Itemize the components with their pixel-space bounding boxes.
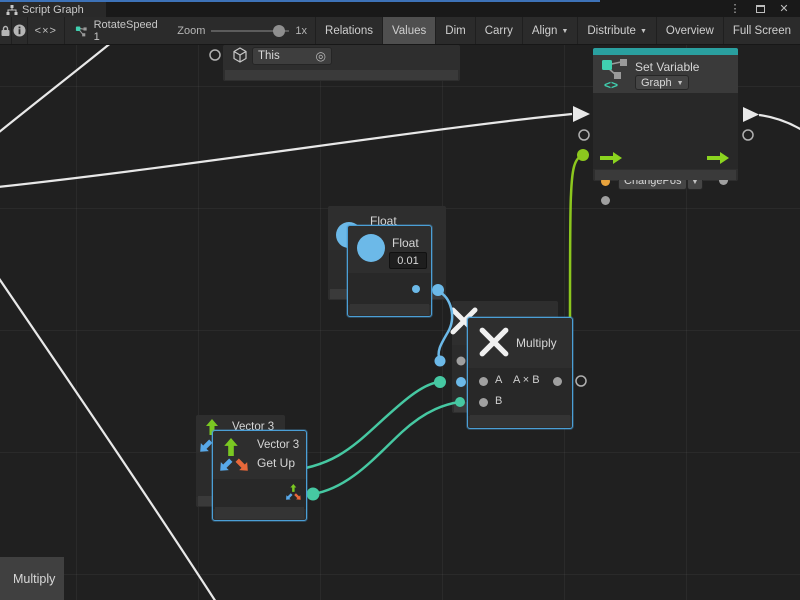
wire-endpoint-blue-end[interactable] <box>435 356 446 367</box>
window-tab-bar: Script Graph ⋮ ✕ <box>0 0 800 17</box>
toolbar-button-dim[interactable]: Dim <box>436 17 475 44</box>
graph-breadcrumb-icon <box>75 24 88 38</box>
zoom-label: Zoom <box>177 25 205 37</box>
multiply-output-port[interactable] <box>553 377 562 386</box>
wire-flow-into-set-variable[interactable] <box>0 114 572 187</box>
script-graph-window: Script Graph ⋮ ✕ <×> <box>0 0 800 600</box>
multiply-node[interactable]: Multiply A A × B B <box>467 317 573 429</box>
wire-flow-topleft[interactable] <box>0 45 112 133</box>
wire-flow-out-of-set-variable[interactable] <box>759 115 800 130</box>
close-button[interactable]: ✕ <box>776 1 792 16</box>
corner-node-label: Multiply <box>0 557 64 600</box>
down-left-arrow-icon <box>198 439 213 454</box>
tab-title: Script Graph <box>22 4 84 16</box>
float-output-port[interactable] <box>412 285 420 293</box>
zoom-slider[interactable] <box>211 25 289 37</box>
lock-icon <box>0 25 11 37</box>
zoom-slider-handle[interactable] <box>273 25 285 37</box>
toolbar-button-carry[interactable]: Carry <box>476 17 523 44</box>
chevron-down-icon: ▼ <box>640 28 647 35</box>
zoom-value: 1x <box>295 25 307 37</box>
close-icon: ✕ <box>779 2 788 15</box>
ghost-port-this[interactable] <box>210 50 220 60</box>
ghost-port-setvar-left[interactable] <box>579 130 589 140</box>
zoom-control: Zoom 1x <box>169 17 316 44</box>
window-menu-button[interactable]: ⋮ <box>728 1 742 16</box>
set-variable-node[interactable]: <> Set Variable Graph ▼ ChangePos <box>593 48 738 181</box>
multiply-icon <box>478 326 510 358</box>
wire-getup-to-multiply[interactable] <box>313 402 459 494</box>
set-variable-icon: <> <box>600 58 630 90</box>
toolbar-button-values[interactable]: Values <box>383 17 436 44</box>
object-picker-icon[interactable]: ◎ <box>316 49 326 63</box>
wire-flow-diagonal[interactable] <box>0 277 216 600</box>
chevron-down-icon: ▼ <box>677 80 684 87</box>
toolbar-button-relations[interactable]: Relations <box>316 17 383 44</box>
svg-text:<>: <> <box>604 78 618 90</box>
cube-icon <box>232 47 248 63</box>
code-preview-button[interactable]: <×> <box>28 17 65 44</box>
toolbar-button-overview[interactable]: Overview <box>657 17 724 44</box>
variable-kind-color-bar <box>593 48 738 55</box>
tab-script-graph[interactable]: Script Graph <box>0 2 106 17</box>
info-icon <box>13 24 26 37</box>
maximize-icon <box>756 5 765 13</box>
maximize-button[interactable] <box>752 1 768 16</box>
wire-endpoint-teal-end[interactable] <box>434 376 446 388</box>
graph-tab-icon <box>6 4 18 16</box>
lock-button[interactable] <box>0 17 12 44</box>
wire-getup-back-to-multiply[interactable] <box>284 382 439 471</box>
flow-arrowhead-in <box>573 106 590 122</box>
flow-arrowhead-out <box>743 107 759 122</box>
wire-endpoint-teal-start[interactable] <box>307 488 320 501</box>
multiply-input-b-port[interactable] <box>479 398 488 407</box>
ghost-port-setvar-right[interactable] <box>743 130 753 140</box>
new-value-port[interactable] <box>601 196 610 205</box>
graph-toolbar: <×> RotateSpeed 1 Zoom 1x Relations Valu… <box>0 17 800 45</box>
wire-endpoint-lime-end[interactable] <box>577 149 589 161</box>
float-node[interactable]: Float 0.01 <box>347 225 432 317</box>
graph-canvas[interactable]: Float Vector 3 <box>0 45 800 600</box>
this-node[interactable]: This ◎ <box>223 45 460 81</box>
down-left-arrow-icon <box>218 458 233 473</box>
code-icon: <×> <box>35 25 57 37</box>
info-button[interactable] <box>12 17 27 44</box>
wire-multiply-to-set-variable[interactable] <box>570 155 583 320</box>
flow-out-port[interactable] <box>707 151 731 165</box>
up-arrow-icon <box>222 437 240 457</box>
flow-in-port[interactable] <box>600 151 624 165</box>
chevron-down-icon: ▼ <box>561 28 568 35</box>
breadcrumb[interactable]: RotateSpeed 1 <box>65 17 169 44</box>
breadcrumb-label: RotateSpeed 1 <box>94 19 160 43</box>
toolbar-button-align[interactable]: Align▼ <box>523 17 579 44</box>
this-object-field[interactable]: This ◎ <box>252 47 332 65</box>
multiply-input-a-port[interactable] <box>479 377 488 386</box>
float-type-icon <box>357 234 385 262</box>
variable-kind-dropdown[interactable]: Graph ▼ <box>635 75 689 90</box>
vector3-output-port-icon[interactable] <box>284 483 302 503</box>
toolbar-button-fullscreen[interactable]: Full Screen <box>724 17 800 44</box>
toolbar-button-distribute[interactable]: Distribute▼ <box>578 17 657 44</box>
ghost-port-multiply-out[interactable] <box>576 376 586 386</box>
get-up-node[interactable]: Vector 3 Get Up <box>212 430 307 521</box>
float-value-input[interactable]: 0.01 <box>389 252 427 269</box>
down-right-arrow-icon <box>235 458 250 473</box>
